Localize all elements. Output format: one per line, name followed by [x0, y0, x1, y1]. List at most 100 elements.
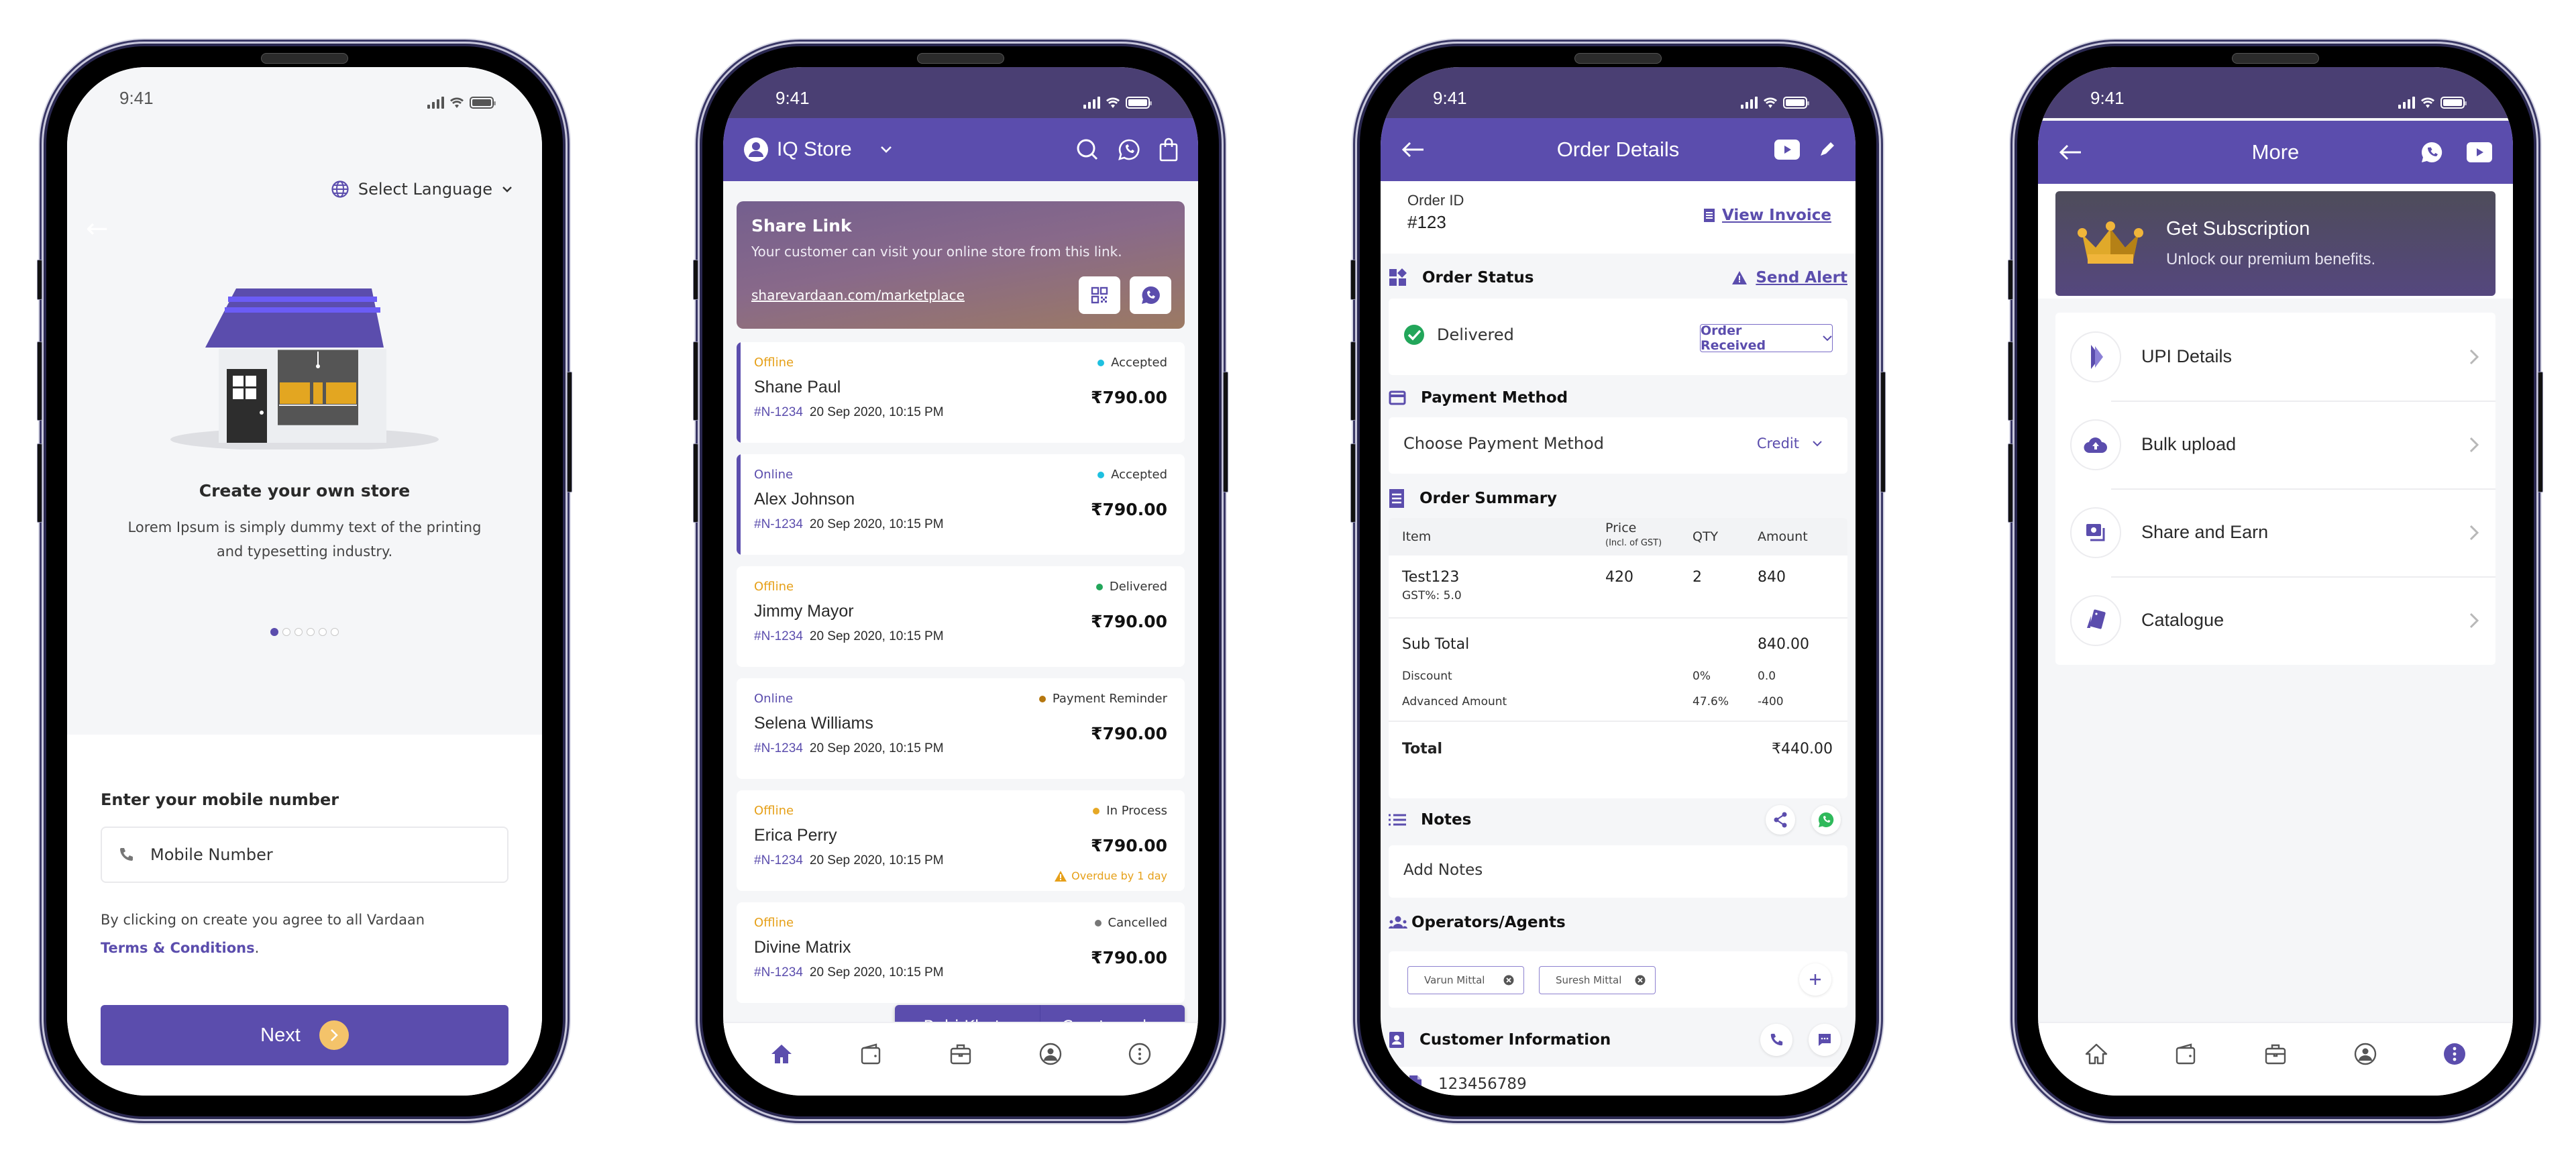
order-status: Delivered: [1095, 580, 1167, 594]
share-button[interactable]: [1766, 805, 1795, 835]
divider: [1389, 721, 1847, 722]
carousel-dot[interactable]: [282, 628, 290, 636]
status-time: 9:41: [1433, 88, 1467, 108]
terms-link[interactable]: Terms & Conditions: [101, 940, 255, 956]
nav-home[interactable]: [765, 1038, 798, 1070]
send-alert-link[interactable]: Send Alert: [1731, 269, 1847, 286]
payment-method-dropdown[interactable]: Credit: [1757, 435, 1822, 452]
onboarding-screen: 9:41 ← Select Language Create your own s…: [67, 67, 542, 1096]
back-arrow-icon[interactable]: [1401, 142, 1425, 158]
menu-item[interactable]: UPI Details: [2055, 313, 2496, 401]
current-status: Delivered: [1403, 324, 1514, 346]
menu-item[interactable]: Share and Earn: [2055, 488, 2496, 576]
shopping-bag-icon[interactable]: [1159, 138, 1178, 162]
back-arrow-icon[interactable]: ←: [86, 213, 109, 244]
nav-profile[interactable]: [1034, 1038, 1067, 1070]
bottom-nav: [723, 1022, 1198, 1096]
language-selector[interactable]: Select Language: [331, 180, 513, 199]
next-label: Next: [260, 1024, 301, 1046]
language-label: Select Language: [358, 180, 492, 199]
qr-code-button[interactable]: [1079, 276, 1120, 314]
menu-item[interactable]: Bulk upload: [2055, 401, 2496, 488]
carousel-indicator[interactable]: [67, 628, 542, 636]
order-status: Accepted: [1097, 356, 1167, 370]
status-dropdown[interactable]: Order Received: [1700, 323, 1833, 353]
speaker-notch: [1574, 53, 1662, 64]
mobile-number-input[interactable]: [150, 845, 491, 864]
order-card[interactable]: Online Selena Williams #N-1234 20 Sep 2020,…: [737, 678, 1185, 779]
menu-item[interactable]: Catalogue: [2055, 576, 2496, 664]
subscription-subtitle: Unlock our premium benefits.: [2166, 250, 2376, 268]
whatsapp-icon[interactable]: [1118, 138, 1140, 161]
message-button[interactable]: [1809, 1024, 1841, 1056]
edit-icon[interactable]: [1818, 141, 1835, 158]
speaker-notch: [261, 53, 348, 64]
whatsapp-button[interactable]: [1811, 805, 1841, 835]
carousel-dot[interactable]: [331, 628, 339, 636]
carousel-dot[interactable]: [307, 628, 315, 636]
order-card[interactable]: Offline Jimmy Mayor #N-1234 20 Sep 2020, 10…: [737, 566, 1185, 667]
order-datetime: 20 Sep 2020, 10:15 PM: [809, 965, 944, 980]
operator-chip[interactable]: Varun Mittal: [1407, 966, 1524, 994]
youtube-icon[interactable]: [2466, 142, 2493, 163]
order-card[interactable]: Offline Divine Matrix #N-1234 20 Sep 2020, …: [737, 902, 1185, 1003]
order-card[interactable]: Online Alex Johnson #N-1234 20 Sep 2020, 10…: [737, 454, 1185, 555]
share-link-description: Your customer can visit your online stor…: [751, 244, 1122, 260]
nav-wallet[interactable]: [2169, 1038, 2202, 1070]
order-amount: ₹790.00: [1091, 500, 1167, 519]
nav-briefcase[interactable]: [2259, 1038, 2292, 1070]
overdue-label: Overdue by 1 day: [1071, 869, 1167, 882]
nav-briefcase[interactable]: [945, 1038, 977, 1070]
add-operator-button[interactable]: [1799, 963, 1831, 996]
store-url-link[interactable]: sharevardaan.com/marketplace: [751, 287, 965, 303]
wifi-icon: [2420, 97, 2435, 109]
nav-more[interactable]: [2438, 1038, 2471, 1070]
share-icon: [1774, 812, 1787, 828]
remove-chip-icon[interactable]: [1635, 975, 1646, 986]
status-time: 9:41: [119, 88, 154, 108]
check-circle-icon: [1403, 324, 1425, 346]
operator-chip[interactable]: Suresh Mittal: [1539, 966, 1656, 994]
back-arrow-icon[interactable]: [2058, 144, 2082, 160]
carousel-dot[interactable]: [319, 628, 327, 636]
mobile-number-field[interactable]: [101, 827, 508, 883]
carousel-dot[interactable]: [294, 628, 303, 636]
whatsapp-share-button[interactable]: [1130, 276, 1171, 314]
profile-icon: [1039, 1043, 1061, 1065]
whatsapp-icon[interactable]: [2420, 141, 2443, 164]
order-amount: ₹790.00: [1091, 724, 1167, 743]
chevron-down-icon: [1813, 440, 1822, 447]
volume-up-button: [1350, 341, 1356, 421]
order-status-label: Accepted: [1111, 356, 1167, 370]
menu-item-label: UPI Details: [2141, 346, 2233, 366]
nav-profile[interactable]: [2349, 1038, 2381, 1070]
nav-wallet[interactable]: [855, 1038, 887, 1070]
order-meta: #N-1234 20 Sep 2020, 10:15 PM: [754, 405, 1167, 420]
item-amount: 840: [1758, 569, 1786, 586]
next-button[interactable]: Next: [101, 1005, 508, 1065]
order-number: #N-1234: [754, 629, 803, 643]
receipt-icon: [1389, 488, 1405, 509]
alert-icon: [1731, 270, 1748, 285]
store-switcher[interactable]: IQ Store: [743, 137, 892, 162]
item-gst: GST%: 5.0: [1402, 589, 1462, 602]
youtube-icon[interactable]: [1774, 139, 1801, 160]
globe-icon: [331, 180, 349, 198]
remove-chip-icon[interactable]: [1503, 975, 1514, 986]
order-card[interactable]: Offline Erica Perry #N-1234 20 Sep 2020, 10…: [737, 790, 1185, 891]
payment-method-card[interactable]: Choose Payment Method Credit: [1389, 417, 1847, 474]
nav-more[interactable]: [1124, 1038, 1156, 1070]
wallet-icon: [2176, 1043, 2196, 1065]
order-card[interactable]: Offline Shane Paul #N-1234 20 Sep 2020, 10:…: [737, 342, 1185, 443]
nav-home[interactable]: [2080, 1038, 2112, 1070]
order-meta: #N-1234 20 Sep 2020, 10:15 PM: [754, 517, 1167, 532]
view-invoice-link[interactable]: View Invoice: [1703, 207, 1831, 224]
notes-field[interactable]: Add Notes: [1389, 845, 1847, 898]
carousel-dot[interactable]: [270, 628, 278, 636]
search-icon[interactable]: [1076, 138, 1099, 161]
customer-info-title: Customer Information: [1419, 1031, 1611, 1049]
speaker-notch: [2232, 53, 2319, 64]
order-status: Cancelled: [1094, 916, 1167, 930]
subscription-banner[interactable]: Get Subscription Unlock our premium bene…: [2055, 191, 2496, 296]
call-button[interactable]: [1760, 1024, 1792, 1056]
